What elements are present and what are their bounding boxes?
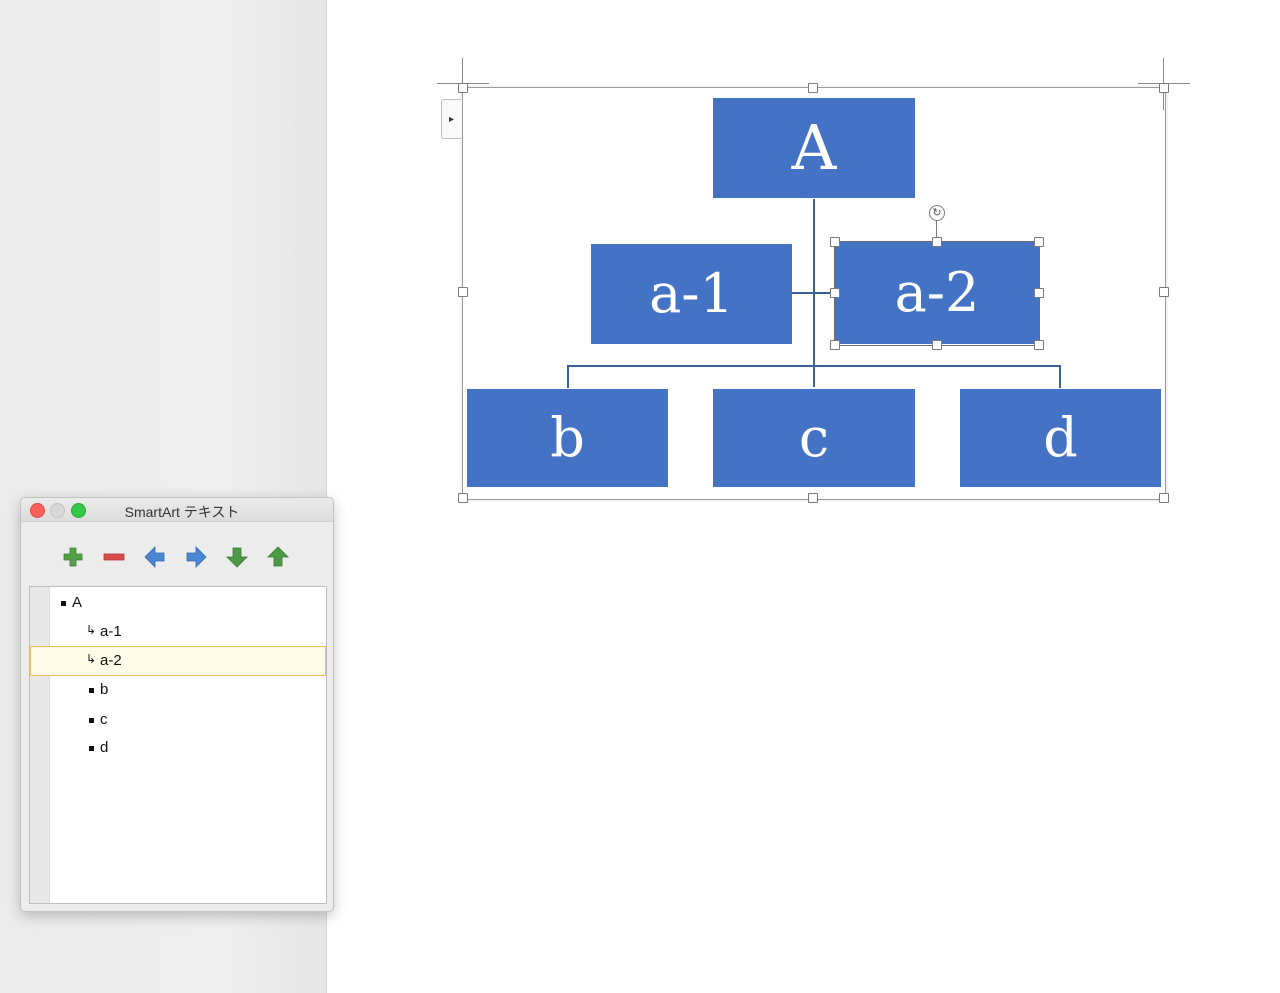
shape-label: b (550, 406, 585, 469)
shape-label: c (798, 406, 830, 469)
shape-label: a-1 (649, 262, 734, 325)
smartart-text-window: SmartArt テキスト A ↳ a-1 ↳ a-2 b c d (20, 497, 334, 912)
resize-handle[interactable] (830, 340, 840, 350)
outline-list[interactable]: A ↳ a-1 ↳ a-2 b c d (29, 586, 327, 904)
promote-button[interactable] (143, 545, 167, 569)
outline-gutter (30, 587, 50, 903)
plus-icon (63, 547, 83, 567)
shape-label: a-2 (894, 261, 980, 324)
list-item-text[interactable]: a-1 (100, 623, 122, 640)
list-item[interactable]: d (50, 735, 324, 761)
demote-button[interactable] (184, 545, 208, 569)
connector-line (567, 365, 1061, 367)
text-pane-toggle-button[interactable]: ▸ (441, 99, 461, 139)
resize-handle[interactable] (1034, 340, 1044, 350)
list-item[interactable]: b (50, 677, 324, 703)
add-item-button[interactable] (61, 545, 85, 569)
frame-handle[interactable] (458, 83, 468, 93)
list-item-text[interactable]: a-2 (100, 652, 122, 669)
list-item[interactable]: ↳ a-1 (50, 619, 324, 645)
bullet-icon (89, 688, 94, 693)
frame-handle[interactable] (458, 493, 468, 503)
list-item-text[interactable]: c (100, 711, 108, 728)
outline-toolbar (21, 522, 333, 584)
shape-child-c[interactable]: c (713, 389, 915, 487)
shape-top-A[interactable]: A (713, 98, 915, 198)
shape-child-b[interactable]: b (467, 389, 668, 487)
frame-handle[interactable] (808, 83, 818, 93)
window-titlebar[interactable]: SmartArt テキスト (21, 498, 333, 522)
frame-handle[interactable] (1159, 493, 1169, 503)
list-item-selected[interactable]: ↳ a-2 (30, 646, 326, 676)
resize-handle[interactable] (932, 340, 942, 350)
bullet-icon (89, 718, 94, 723)
resize-handle[interactable] (830, 288, 840, 298)
assistant-arrow-icon: ↳ (86, 623, 97, 637)
remove-item-button[interactable] (102, 545, 126, 569)
list-item-text[interactable]: A (72, 594, 82, 611)
resize-handle[interactable] (830, 237, 840, 247)
shape-label: d (1043, 406, 1078, 469)
connector-line (567, 365, 569, 388)
rotate-handle-icon[interactable]: ↻ (929, 205, 945, 221)
frame-handle[interactable] (808, 493, 818, 503)
shape-assistant-a-1[interactable]: a-1 (591, 244, 792, 344)
resize-handle[interactable] (1034, 237, 1044, 247)
shape-label: A (791, 111, 837, 184)
move-down-button[interactable] (225, 545, 249, 569)
shape-assistant-a-2[interactable]: a-2 (835, 242, 1039, 344)
frame-handle[interactable] (458, 287, 468, 297)
bullet-icon (89, 746, 94, 751)
bullet-icon (61, 601, 66, 606)
frame-handle[interactable] (1159, 83, 1169, 93)
arrow-up-icon (267, 546, 289, 567)
list-item[interactable]: c (50, 707, 324, 733)
frame-handle[interactable] (1159, 287, 1169, 297)
shape-child-d[interactable]: d (960, 389, 1161, 487)
list-item-text[interactable]: d (100, 739, 108, 756)
connector-line (1059, 365, 1061, 388)
move-up-button[interactable] (266, 545, 290, 569)
arrow-left-icon (144, 546, 165, 568)
triangle-right-icon: ▸ (448, 113, 455, 125)
resize-handle[interactable] (1034, 288, 1044, 298)
list-item-text[interactable]: b (100, 681, 108, 698)
minus-icon (103, 553, 125, 561)
window-title: SmartArt テキスト (124, 504, 240, 520)
arrow-right-icon (186, 546, 207, 568)
list-item[interactable]: A (50, 590, 324, 616)
assistant-arrow-icon: ↳ (86, 652, 97, 666)
arrow-down-icon (226, 547, 248, 568)
connector-line (792, 292, 835, 294)
resize-handle[interactable] (932, 237, 942, 247)
